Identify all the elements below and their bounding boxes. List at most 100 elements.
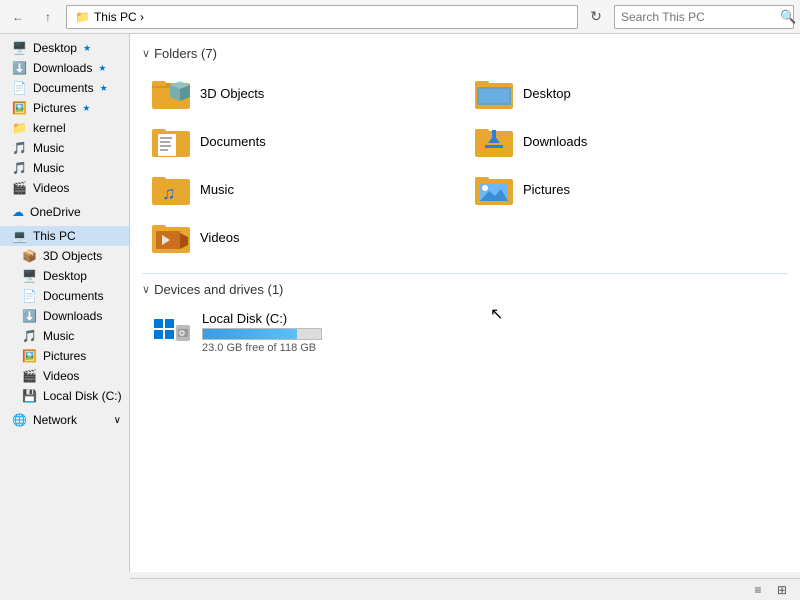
search-icon: 🔍: [780, 9, 796, 25]
sidebar-item-documents2[interactable]: 📄 Documents: [0, 286, 129, 306]
folder-item-videos[interactable]: Videos: [142, 213, 465, 261]
downloads-icon: ⬇️: [12, 61, 27, 75]
sidebar-item-onedrive[interactable]: ☁ OneDrive: [0, 202, 129, 222]
sidebar-item-thispc[interactable]: 💻 This PC: [0, 226, 129, 246]
folders-grid: 3D Objects Desktop: [142, 69, 788, 261]
sidebar-label: Desktop: [33, 41, 77, 55]
desktop-icon: 🖥️: [12, 41, 27, 55]
sidebar-item-music3[interactable]: 🎵 Music: [0, 326, 129, 346]
sidebar-item-3dobjects[interactable]: 📦 3D Objects: [0, 246, 129, 266]
folder-icon-pictures: [475, 171, 515, 207]
sidebar-item-music2[interactable]: 🎵 Music: [0, 158, 129, 178]
folder-icon-documents: [152, 123, 192, 159]
sidebar-label: Music: [43, 329, 74, 343]
desktop-icon2: 🖥️: [22, 269, 37, 283]
drive-bar-container: [202, 328, 322, 340]
sidebar-label: Downloads: [43, 309, 102, 323]
pin-icon: ★: [100, 83, 108, 94]
refresh-button[interactable]: ↻: [584, 5, 608, 29]
sidebar-item-documents[interactable]: 📄 Documents ★: [0, 78, 129, 98]
back-button[interactable]: ←: [6, 5, 30, 29]
up-button[interactable]: ↑: [36, 5, 60, 29]
sidebar-item-downloads2[interactable]: ⬇️ Downloads: [0, 306, 129, 326]
folder-label-pictures: Pictures: [523, 182, 570, 197]
drive-bar-fill: [203, 329, 297, 339]
folder-icon-desktop: [475, 75, 515, 111]
pictures-icon2: 🖼️: [22, 349, 37, 363]
drive-size-localdisk: 23.0 GB free of 118 GB: [202, 342, 778, 354]
main-layout: 🖥️ Desktop ★ ⬇️ Downloads ★ 📄 Documents …: [0, 34, 800, 572]
devices-section: Devices and drives (1): [142, 282, 788, 360]
sidebar-item-localdisk[interactable]: 💾 Local Disk (C:): [0, 386, 129, 406]
svg-text:♫: ♫: [162, 183, 176, 203]
search-input[interactable]: [621, 10, 776, 24]
sidebar-item-downloads[interactable]: ⬇️ Downloads ★: [0, 58, 129, 78]
sidebar-label: Documents: [33, 81, 94, 95]
sidebar-item-desktop2[interactable]: 🖥️ Desktop: [0, 266, 129, 286]
details-view-button[interactable]: ⊞: [772, 581, 792, 599]
sidebar-label: Music: [33, 161, 64, 175]
music-icon2: 🎵: [12, 161, 27, 175]
folder-item-desktop[interactable]: Desktop: [465, 69, 788, 117]
sidebar-item-network[interactable]: 🌐 Network ∨: [0, 410, 129, 430]
sidebar-label: Desktop: [43, 269, 87, 283]
video-icon2: 🎬: [22, 369, 37, 383]
folder-item-documents[interactable]: Documents: [142, 117, 465, 165]
folder-item-music[interactable]: ♫ Music: [142, 165, 465, 213]
sidebar-label: Downloads: [33, 61, 92, 75]
sidebar-label: Videos: [33, 181, 69, 195]
computer-icon: 💻: [12, 229, 27, 243]
content-area: Folders (7) 3D Objects: [130, 34, 800, 572]
sidebar-label: Videos: [43, 369, 79, 383]
drive-item-localdisk[interactable]: Local Disk (C:) 23.0 GB free of 118 GB: [142, 305, 788, 360]
sidebar-item-desktop[interactable]: 🖥️ Desktop ★: [0, 38, 129, 58]
sidebar-label: kernel: [33, 121, 66, 135]
folder-icon-videos: [152, 219, 192, 255]
folders-header-text: Folders (7): [154, 46, 217, 61]
music-icon: 🎵: [12, 141, 27, 155]
folder-icon: 📁: [12, 121, 27, 135]
drive-icon-localdisk: [152, 315, 192, 351]
sidebar-item-music1[interactable]: 🎵 Music: [0, 138, 129, 158]
folder-label-downloads: Downloads: [523, 134, 587, 149]
sidebar-label: Local Disk (C:): [43, 389, 122, 403]
folder-item-downloads[interactable]: Downloads: [465, 117, 788, 165]
folder-icon-downloads: [475, 123, 515, 159]
address-path[interactable]: 📁 This PC ›: [66, 5, 578, 29]
drive-name-localdisk: Local Disk (C:): [202, 311, 778, 326]
folder-item-pictures[interactable]: Pictures: [465, 165, 788, 213]
folder-label-3dobjects: 3D Objects: [200, 86, 264, 101]
search-box[interactable]: 🔍: [614, 5, 794, 29]
pin-icon: ★: [83, 43, 91, 54]
sidebar-item-kernel[interactable]: 📁 kernel: [0, 118, 129, 138]
disk-icon: 💾: [22, 389, 37, 403]
folder-label-desktop: Desktop: [523, 86, 571, 101]
sidebar-item-pictures2[interactable]: 🖼️ Pictures: [0, 346, 129, 366]
sidebar-item-pictures[interactable]: 🖼️ Pictures ★: [0, 98, 129, 118]
music-icon3: 🎵: [22, 329, 37, 343]
folders-section-header: Folders (7): [142, 46, 788, 61]
folder-item-3dobjects[interactable]: 3D Objects: [142, 69, 465, 117]
devices-header-text: Devices and drives (1): [154, 282, 283, 297]
documents-icon: 📄: [12, 81, 27, 95]
sidebar-label: 3D Objects: [43, 249, 102, 263]
pictures-icon: 🖼️: [12, 101, 27, 115]
sidebar-label: Music: [33, 141, 64, 155]
sidebar-label: This PC: [33, 229, 76, 243]
status-bar: ≡ ⊞: [130, 578, 800, 600]
section-divider: [142, 273, 788, 274]
list-view-button[interactable]: ≡: [748, 581, 768, 599]
network-icon: 🌐: [12, 413, 27, 427]
sidebar: 🖥️ Desktop ★ ⬇️ Downloads ★ 📄 Documents …: [0, 34, 130, 572]
pin-icon: ★: [82, 103, 90, 114]
video-icon: 🎬: [12, 181, 27, 195]
drive-info-localdisk: Local Disk (C:) 23.0 GB free of 118 GB: [202, 311, 778, 354]
folder-icon-music: ♫: [152, 171, 192, 207]
sidebar-label: Pictures: [33, 101, 76, 115]
sidebar-label: OneDrive: [30, 205, 81, 219]
sidebar-item-videos1[interactable]: 🎬 Videos: [0, 178, 129, 198]
folder-label-documents: Documents: [200, 134, 266, 149]
downloads-icon2: ⬇️: [22, 309, 37, 323]
sidebar-item-videos2[interactable]: 🎬 Videos: [0, 366, 129, 386]
sidebar-label: Pictures: [43, 349, 86, 363]
